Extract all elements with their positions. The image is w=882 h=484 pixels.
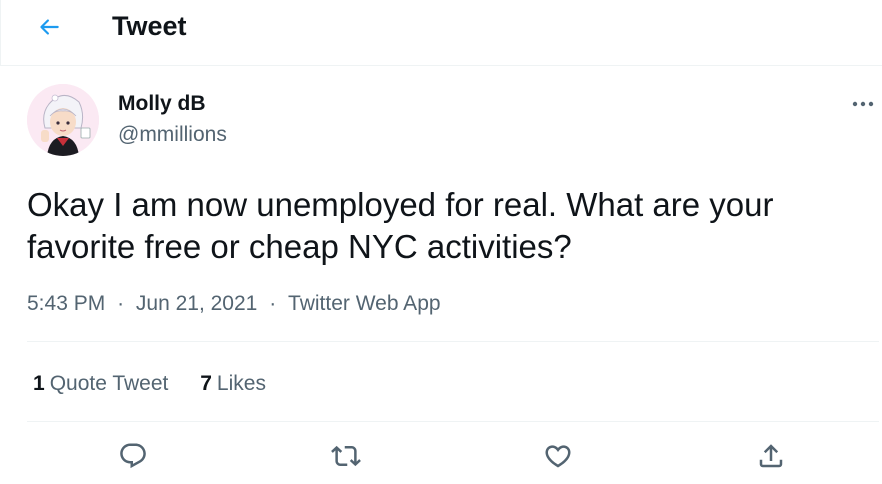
page-title: Tweet xyxy=(112,11,187,41)
meta-separator: · xyxy=(269,292,277,315)
like-button[interactable] xyxy=(538,436,578,476)
tweet-time[interactable]: 5:43 PM xyxy=(27,292,105,316)
arrow-left-icon xyxy=(40,19,59,35)
like-icon xyxy=(545,445,571,468)
author-handle[interactable]: @mmillions xyxy=(118,123,227,147)
more-horizontal-icon xyxy=(852,101,874,107)
tweet-date[interactable]: Jun 21, 2021 xyxy=(136,292,257,316)
retweet-button[interactable] xyxy=(326,436,366,476)
quote-count: 1 xyxy=(33,372,45,395)
meta-separator: · xyxy=(117,292,125,315)
likes-label: Likes xyxy=(216,372,266,395)
divider xyxy=(27,421,879,422)
quote-label: Quote Tweet xyxy=(49,372,169,395)
tweet-meta: 5:43 PM · Jun 21, 2021 · Twitter Web App xyxy=(27,292,441,316)
author-name[interactable]: Molly dB xyxy=(118,92,206,116)
tweet-stats: 1 Quote Tweet 7 Likes xyxy=(33,372,292,396)
avatar[interactable] xyxy=(27,84,99,156)
divider xyxy=(27,341,879,342)
retweet-icon xyxy=(331,445,361,467)
likes-count: 7 xyxy=(200,372,212,395)
page-header: Tweet xyxy=(0,0,882,66)
tweet-source[interactable]: Twitter Web App xyxy=(288,292,441,316)
likes-link[interactable]: 7 Likes xyxy=(200,372,266,396)
more-options-button[interactable] xyxy=(846,94,880,114)
action-bar xyxy=(0,436,882,480)
back-button[interactable] xyxy=(31,9,67,45)
tweet-text: Okay I am now unemployed for real. What … xyxy=(27,186,774,265)
anime-avatar-icon xyxy=(27,84,99,156)
share-icon xyxy=(759,444,783,468)
reply-button[interactable] xyxy=(113,436,153,476)
reply-icon xyxy=(120,443,146,469)
share-button[interactable] xyxy=(751,436,791,476)
quote-tweets-link[interactable]: 1 Quote Tweet xyxy=(33,372,168,396)
